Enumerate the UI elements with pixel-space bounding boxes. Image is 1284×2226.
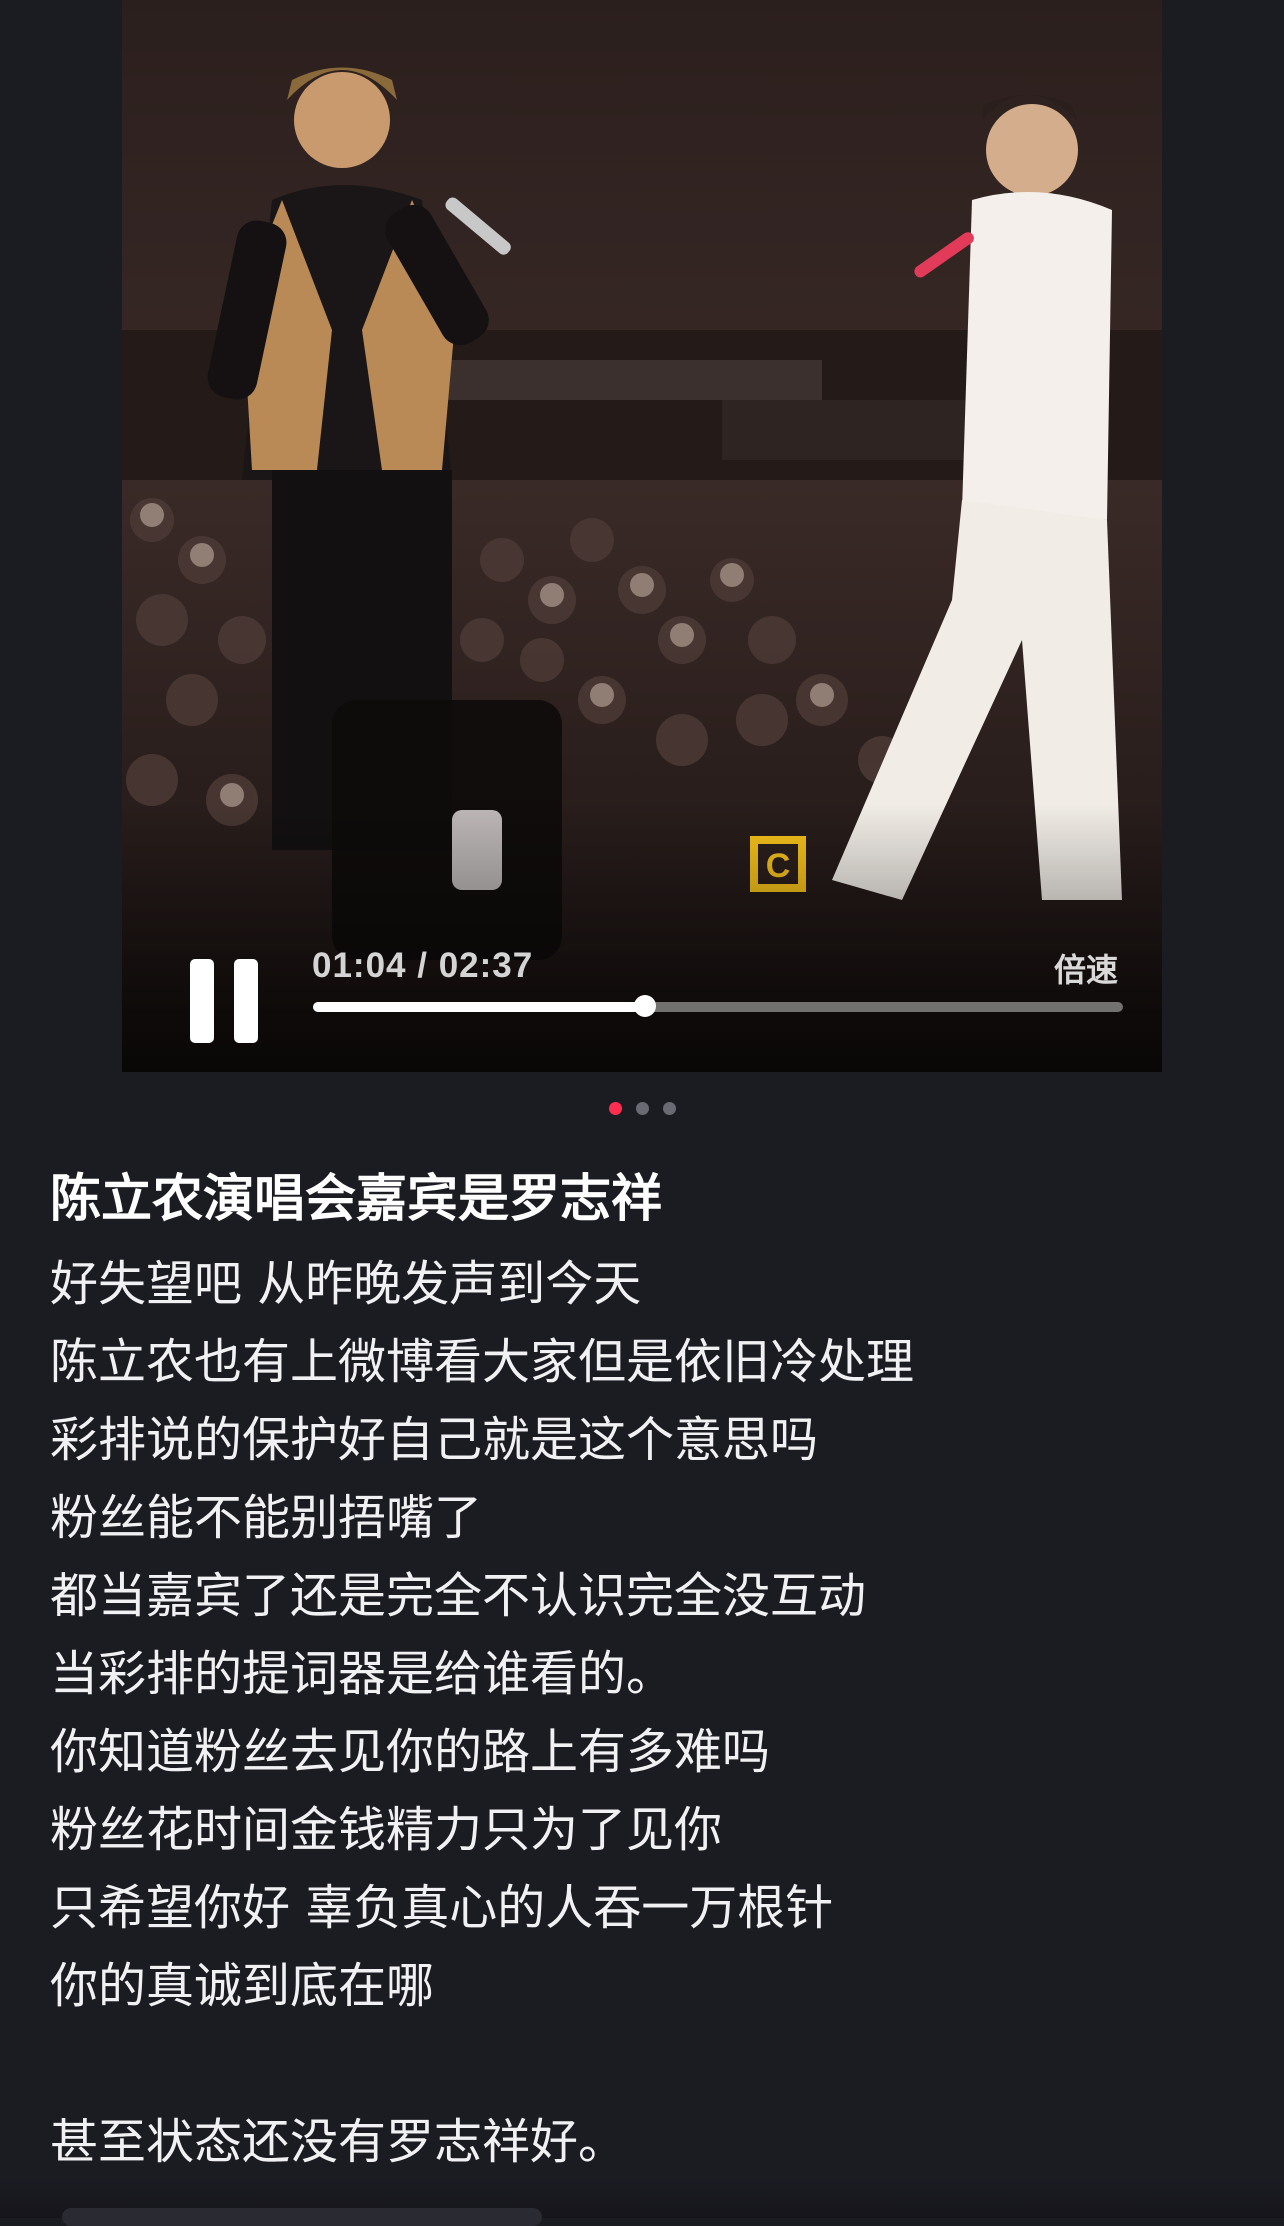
post-line: 粉丝花时间金钱精力只为了见你: [50, 1802, 723, 1858]
post-line: 彩排说的保护好自己就是这个意思吗: [50, 1412, 819, 1468]
carousel-indicator: [0, 1102, 1284, 1115]
post-line: 都当嘉宾了还是完全不认识完全没互动: [50, 1568, 867, 1624]
time-display: 01:04 / 02:37: [312, 946, 534, 985]
playback-speed-button[interactable]: 倍速: [1054, 945, 1118, 991]
video-frame: C: [122, 0, 1162, 1072]
next-content-hint: [62, 2208, 542, 2226]
post-line: 当彩排的提词器是给谁看的。: [50, 1646, 675, 1702]
pause-icon-bar: [234, 959, 258, 1043]
progress-fill: [313, 1002, 646, 1012]
progress-bar[interactable]: [313, 995, 1123, 1017]
post-line: 甚至状态还没有罗志祥好。: [50, 2114, 627, 2170]
post-line: 你的真诚到底在哪: [50, 1958, 435, 2014]
post-line: 只希望你好 辜负真心的人吞一万根针: [50, 1880, 834, 1936]
post-line: 陈立农也有上微博看大家但是依旧冷处理: [50, 1334, 915, 1390]
video-player[interactable]: C 01:04 / 02:37 倍速: [122, 0, 1162, 1072]
carousel-dot[interactable]: [608, 1102, 622, 1115]
pause-button[interactable]: [184, 955, 264, 1047]
progress-thumb[interactable]: [634, 995, 657, 1017]
post-line: 好失望吧 从昨晚发声到今天: [50, 1256, 642, 1312]
carousel-dot[interactable]: [662, 1102, 676, 1115]
pause-icon: [190, 959, 214, 1043]
post-body: 好失望吧 从昨晚发声到今天 陈立农也有上微博看大家但是依旧冷处理 彩排说的保护好…: [50, 1245, 1250, 2181]
post-line: 你知道粉丝去见你的路上有多难吗: [50, 1724, 771, 1780]
post-line: 粉丝能不能别捂嘴了: [50, 1490, 483, 1546]
carousel-dot[interactable]: [635, 1102, 649, 1115]
post-line-blank: [50, 2025, 1250, 2103]
post-title: 陈立农演唱会嘉宾是罗志祥: [50, 1170, 663, 1229]
